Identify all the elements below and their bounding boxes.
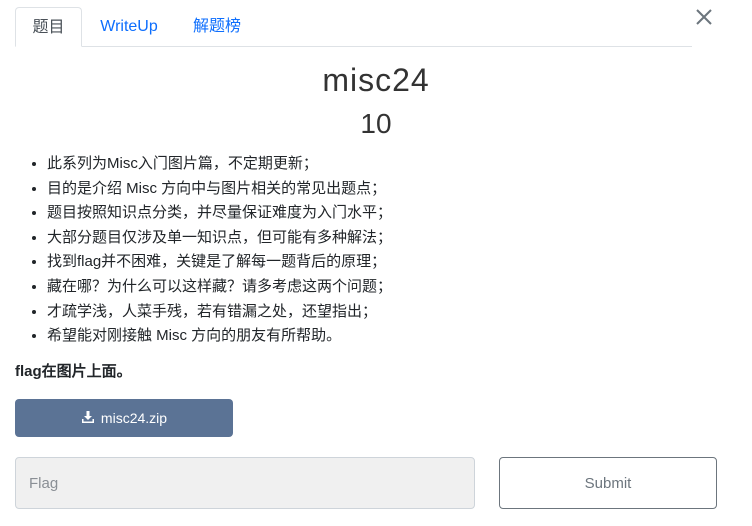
description-item: 藏在哪？为什么可以这样藏？请多考虑这两个问题； — [47, 275, 392, 300]
challenge-points: 10 — [360, 108, 392, 139]
tab-writeup[interactable]: WriteUp — [90, 7, 168, 46]
close-icon[interactable] — [693, 6, 715, 28]
description-item: 此系列为Misc入门图片篇，不定期更新； — [47, 152, 392, 177]
description-item: 找到flag并不困难，关键是了解每一题背后的原理； — [47, 250, 392, 275]
flag-input[interactable] — [15, 457, 475, 509]
download-button[interactable]: misc24.zip — [15, 399, 233, 437]
challenge-description: 此系列为Misc入门图片篇，不定期更新； 目的是介绍 Misc 方向中与图片相关… — [15, 152, 392, 349]
description-item: 大部分题目仅涉及单一知识点，但可能有多种解法； — [47, 226, 392, 251]
download-icon — [81, 410, 95, 427]
download-label: misc24.zip — [100, 410, 168, 426]
challenge-tabs: 题目 WriteUp 解题榜 — [15, 7, 692, 47]
tab-challenge[interactable]: 题目 — [15, 7, 82, 47]
description-item: 希望能对刚接触 Misc 方向的朋友有所帮助。 — [47, 324, 392, 349]
challenge-title: misc24 — [322, 62, 430, 98]
description-item: 才疏学浅，人菜手残，若有错漏之处，还望指出； — [47, 300, 392, 325]
submit-button[interactable]: Submit — [499, 457, 717, 509]
tab-solves[interactable]: 解题榜 — [187, 7, 247, 46]
description-item: 题目按照知识点分类，并尽量保证难度为入门水平； — [47, 201, 392, 226]
description-item: 目的是介绍 Misc 方向中与图片相关的常见出题点； — [47, 177, 392, 202]
challenge-hint: flag在图片上面。 — [15, 363, 132, 380]
